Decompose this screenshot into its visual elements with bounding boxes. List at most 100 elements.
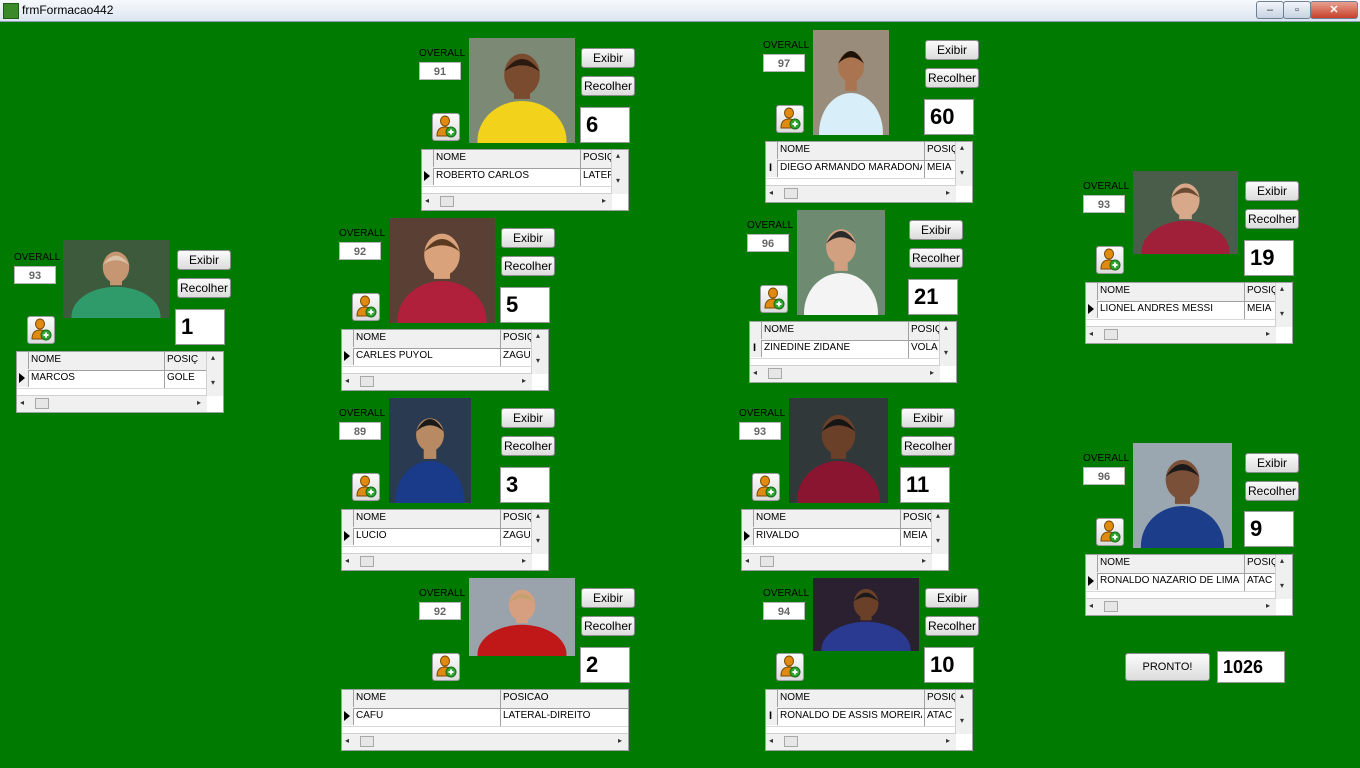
scroll-right-icon[interactable]: ▸: [197, 398, 201, 407]
vertical-scrollbar[interactable]: ▴ ▾: [931, 510, 948, 554]
scroll-left-icon[interactable]: ◂: [769, 736, 773, 745]
column-header-name[interactable]: NOME: [1100, 557, 1242, 568]
column-header-position[interactable]: POSIÇ: [927, 144, 955, 155]
show-button[interactable]: Exibir: [1245, 453, 1299, 473]
table-row[interactable]: MARCOS GOLE: [17, 370, 207, 389]
show-button[interactable]: Exibir: [1245, 181, 1299, 201]
horizontal-scrollbar[interactable]: ◂ ▸: [1086, 598, 1276, 615]
scroll-down-icon[interactable]: ▾: [211, 378, 215, 387]
cell-position[interactable]: ATAC: [927, 710, 955, 721]
table-row[interactable]: I RONALDO DE ASSIS MOREIRA ATAC: [766, 708, 956, 727]
cell-name[interactable]: CARLES PUYOL: [356, 350, 498, 361]
column-header-name[interactable]: NOME: [764, 324, 906, 335]
vertical-scrollbar[interactable]: ▴ ▾: [1275, 283, 1292, 327]
add-player-button[interactable]: [432, 653, 460, 681]
collapse-button[interactable]: Recolher: [1245, 481, 1299, 501]
add-player-button[interactable]: [776, 105, 804, 133]
scroll-down-icon[interactable]: ▾: [960, 716, 964, 725]
column-header-name[interactable]: NOME: [780, 144, 922, 155]
vertical-scrollbar[interactable]: ▴ ▾: [955, 690, 972, 734]
scroll-thumb[interactable]: [784, 188, 798, 199]
scroll-down-icon[interactable]: ▾: [1280, 309, 1284, 318]
column-header-name[interactable]: NOME: [356, 332, 498, 343]
table-row[interactable]: CAFÚ LATERAL-DIREITO: [342, 708, 628, 727]
cell-name[interactable]: CAFÚ: [356, 710, 498, 721]
scroll-thumb[interactable]: [360, 736, 374, 747]
minimize-button[interactable]: –: [1256, 1, 1284, 19]
column-header-position[interactable]: POSIÇ: [903, 512, 931, 523]
horizontal-scrollbar[interactable]: ◂ ▸: [342, 553, 532, 570]
add-player-button[interactable]: [1096, 518, 1124, 546]
scroll-left-icon[interactable]: ◂: [345, 376, 349, 385]
cell-position[interactable]: ATAC: [1247, 575, 1275, 586]
cell-position[interactable]: ZAGU: [503, 350, 531, 361]
column-header-position[interactable]: POSIÇ: [167, 354, 206, 365]
vertical-scrollbar[interactable]: ▴ ▾: [531, 330, 548, 374]
cell-name[interactable]: DIEGO ARMANDO MARADONA: [780, 162, 922, 173]
scroll-up-icon[interactable]: ▴: [211, 353, 215, 362]
scroll-thumb[interactable]: [760, 556, 774, 567]
scroll-thumb[interactable]: [360, 556, 374, 567]
add-player-button[interactable]: [760, 285, 788, 313]
add-player-button[interactable]: [1096, 246, 1124, 274]
scroll-left-icon[interactable]: ◂: [1089, 601, 1093, 610]
show-button[interactable]: Exibir: [501, 408, 555, 428]
vertical-scrollbar[interactable]: ▴ ▾: [939, 322, 956, 366]
show-button[interactable]: Exibir: [581, 48, 635, 68]
player-grid[interactable]: NOMEPOSIÇIZINÉDINE ZIDANEVOLA◂▸▴▾: [749, 321, 957, 383]
table-row[interactable]: ROBERTO CARLOS LATEF: [422, 168, 612, 187]
show-button[interactable]: Exibir: [925, 40, 979, 60]
collapse-button[interactable]: Recolher: [177, 278, 231, 298]
add-player-button[interactable]: [432, 113, 460, 141]
scroll-right-icon[interactable]: ▸: [522, 376, 526, 385]
cell-position[interactable]: MEIA: [1247, 303, 1275, 314]
show-button[interactable]: Exibir: [501, 228, 555, 248]
scroll-thumb[interactable]: [784, 736, 798, 747]
scroll-left-icon[interactable]: ◂: [345, 556, 349, 565]
scroll-up-icon[interactable]: ▴: [536, 511, 540, 520]
scroll-thumb[interactable]: [1104, 601, 1118, 612]
horizontal-scrollbar[interactable]: ◂ ▸: [17, 395, 207, 412]
add-player-button[interactable]: [27, 316, 55, 344]
column-header-position[interactable]: POSICAO: [503, 692, 627, 703]
player-grid[interactable]: NOMEPOSIÇRONALDO NAZÁRIO DE LIMAATAC◂▸▴▾: [1085, 554, 1293, 616]
vertical-scrollbar[interactable]: ▴ ▾: [206, 352, 223, 396]
player-grid[interactable]: NOME POSICAO CAFÚ LATERAL-DIREITO ◂ ▸: [341, 689, 629, 751]
collapse-button[interactable]: Recolher: [501, 436, 555, 456]
scroll-left-icon[interactable]: ◂: [745, 556, 749, 565]
scroll-down-icon[interactable]: ▾: [536, 536, 540, 545]
table-row[interactable]: I DIEGO ARMANDO MARADONA MEIA: [766, 160, 956, 179]
table-row[interactable]: LÚCIO ZAGU: [342, 528, 532, 547]
add-player-button[interactable]: [352, 473, 380, 501]
scroll-right-icon[interactable]: ▸: [1266, 329, 1270, 338]
cell-position[interactable]: GOLE: [167, 372, 206, 383]
vertical-scrollbar[interactable]: ▴ ▾: [611, 150, 628, 194]
player-grid[interactable]: NOMEPOSIÇROBERTO CARLOSLATEF◂▸▴▾: [421, 149, 629, 211]
collapse-button[interactable]: Recolher: [1245, 209, 1299, 229]
player-grid[interactable]: NOMEPOSIÇIDIEGO ARMANDO MARADONAMEIA◂▸▴▾: [765, 141, 973, 203]
player-grid[interactable]: NOME POSIÇ MARCOS GOLE ◂ ▸ ▴ ▾: [16, 351, 224, 413]
scroll-up-icon[interactable]: ▴: [944, 323, 948, 332]
collapse-button[interactable]: Recolher: [909, 248, 963, 268]
add-player-button[interactable]: [352, 293, 380, 321]
scroll-up-icon[interactable]: ▴: [960, 691, 964, 700]
scroll-up-icon[interactable]: ▴: [536, 331, 540, 340]
column-header-name[interactable]: NOME: [780, 692, 922, 703]
scroll-down-icon[interactable]: ▾: [536, 356, 540, 365]
scroll-thumb[interactable]: [360, 376, 374, 387]
maximize-button[interactable]: ▫: [1283, 1, 1311, 19]
player-grid[interactable]: NOMEPOSIÇLIONEL ANDRÉS MESSIMEIA◂▸▴▾: [1085, 282, 1293, 344]
column-header-name[interactable]: NOME: [436, 152, 578, 163]
vertical-scrollbar[interactable]: ▴ ▾: [531, 510, 548, 554]
cell-name[interactable]: ZINÉDINE ZIDANE: [764, 342, 906, 353]
scroll-thumb[interactable]: [35, 398, 49, 409]
cell-position[interactable]: MEIA: [927, 162, 955, 173]
show-button[interactable]: Exibir: [901, 408, 955, 428]
column-header-name[interactable]: NOME: [1100, 285, 1242, 296]
show-button[interactable]: Exibir: [177, 250, 231, 270]
collapse-button[interactable]: Recolher: [581, 616, 635, 636]
scroll-down-icon[interactable]: ▾: [944, 348, 948, 357]
cell-position[interactable]: LATEF: [583, 170, 611, 181]
column-header-name[interactable]: NOME: [756, 512, 898, 523]
scroll-left-icon[interactable]: ◂: [753, 368, 757, 377]
